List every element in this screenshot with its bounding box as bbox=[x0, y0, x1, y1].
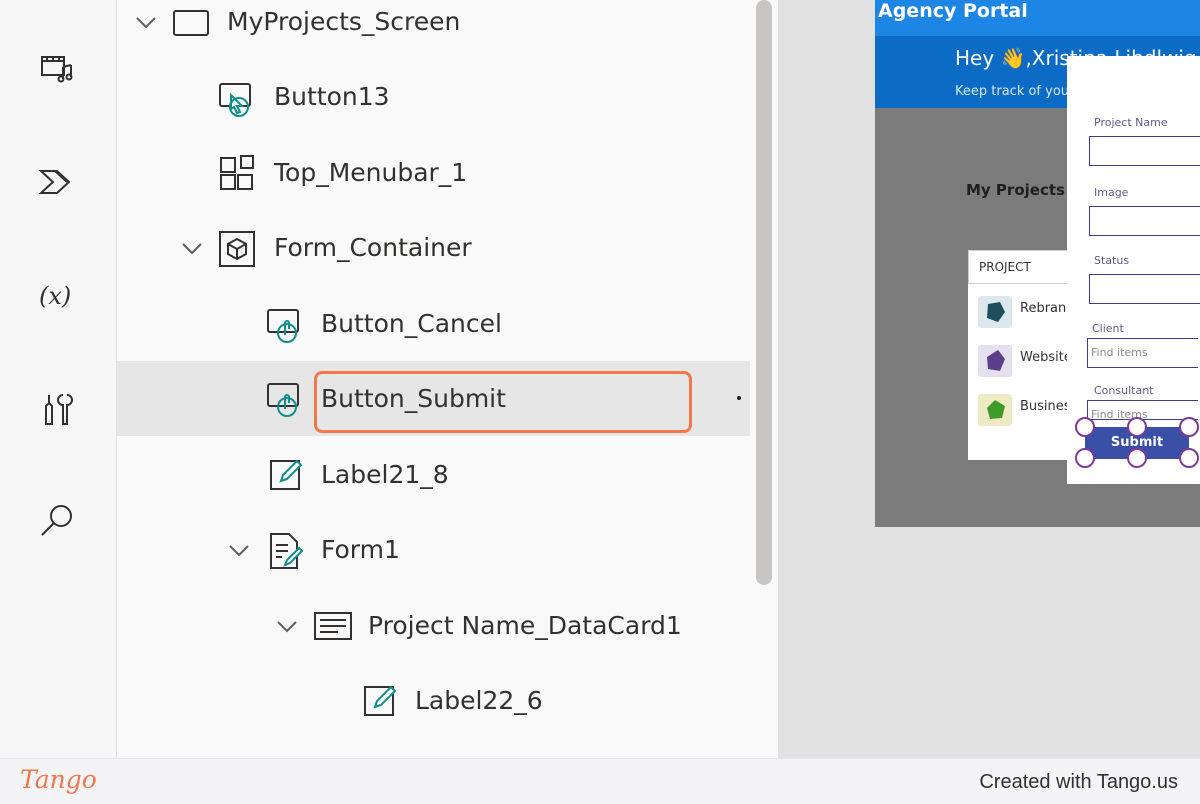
project-name-input[interactable] bbox=[1089, 136, 1200, 166]
svg-text:(x): (x) bbox=[39, 282, 71, 310]
field-label: Image bbox=[1094, 186, 1129, 199]
power-automate-icon[interactable] bbox=[34, 159, 80, 205]
tree-node-label: Project Name_DataCard1 bbox=[368, 611, 682, 640]
project-name: Website bbox=[1020, 350, 1072, 365]
tree-node-label: Form1 bbox=[321, 535, 400, 564]
tree-node-label: Button13 bbox=[274, 82, 390, 111]
field-label: Consultant bbox=[1094, 384, 1154, 397]
form-icon bbox=[265, 531, 305, 571]
container-icon bbox=[217, 229, 257, 269]
screen-icon bbox=[171, 3, 211, 43]
resize-handle[interactable] bbox=[1075, 448, 1095, 468]
image-input[interactable] bbox=[1089, 206, 1200, 236]
chevron-down-icon[interactable] bbox=[179, 235, 205, 261]
tree-node-button13[interactable]: Button13 bbox=[117, 60, 750, 135]
app-title: Agency Portal bbox=[878, 0, 1028, 22]
tree-node-form1[interactable]: Form1 bbox=[117, 513, 750, 588]
project-thumbnail bbox=[978, 296, 1012, 328]
chevron-down-icon[interactable] bbox=[133, 9, 159, 35]
tree-node-label22-6[interactable]: Label22_6 bbox=[117, 664, 750, 739]
label-edit-icon bbox=[361, 681, 401, 721]
datacard-icon bbox=[313, 607, 353, 647]
tree-node-label: MyProjects_Screen bbox=[227, 7, 461, 36]
field-label: Project Name bbox=[1094, 116, 1168, 129]
tree-node-project-name-datacard1[interactable]: Project Name_DataCard1 bbox=[117, 589, 750, 664]
section-title: My Projects bbox=[966, 181, 1065, 199]
advanced-tools-icon[interactable] bbox=[34, 387, 80, 433]
client-combobox[interactable]: Find items bbox=[1087, 338, 1198, 368]
selection-highlight bbox=[314, 371, 692, 433]
component-grid-icon bbox=[217, 154, 257, 194]
footer-credit: Created with Tango.us bbox=[979, 771, 1178, 793]
resize-handle[interactable] bbox=[1179, 417, 1199, 437]
variables-icon[interactable]: (x) bbox=[34, 272, 80, 318]
status-input[interactable] bbox=[1089, 274, 1200, 304]
tree-node-button-cancel[interactable]: Button_Cancel bbox=[117, 287, 750, 362]
tree-scrollbar[interactable] bbox=[756, 0, 772, 585]
tree-node-label: Top_Menubar_1 bbox=[274, 158, 468, 187]
chevron-down-icon[interactable] bbox=[226, 537, 252, 563]
resize-handle[interactable] bbox=[1075, 417, 1095, 437]
chevron-down-icon[interactable] bbox=[274, 613, 300, 639]
tree-node-label: Label21_8 bbox=[321, 460, 449, 489]
tree-node-label: Label22_6 bbox=[415, 686, 543, 715]
resize-handle[interactable] bbox=[1127, 417, 1147, 437]
resize-handle[interactable] bbox=[1179, 448, 1199, 468]
project-thumbnail bbox=[978, 394, 1012, 426]
tree-node-myprojects-screen[interactable]: MyProjects_Screen bbox=[117, 0, 750, 60]
tango-footer: Tango Created with Tango.us bbox=[0, 758, 1200, 804]
consultant-combobox[interactable]: Find items bbox=[1087, 400, 1198, 420]
tree-node-form-container[interactable]: Form_Container bbox=[117, 211, 750, 286]
label-edit-icon bbox=[267, 455, 307, 495]
more-options-dot[interactable] bbox=[737, 396, 741, 400]
resize-handle[interactable] bbox=[1127, 448, 1147, 468]
tree-node-top-menubar[interactable]: Top_Menubar_1 bbox=[117, 136, 750, 211]
media-icon[interactable] bbox=[34, 46, 80, 92]
left-rail: (x) bbox=[0, 0, 117, 758]
canvas-area: Agency Portal Hey 👋,Xristina Lihdlwig Ke… bbox=[778, 0, 1200, 758]
field-label: Client bbox=[1092, 322, 1124, 335]
field-label: Status bbox=[1094, 254, 1130, 267]
button-icon bbox=[265, 305, 305, 345]
button-icon bbox=[265, 379, 305, 419]
app-title-bar: Agency Portal bbox=[875, 0, 1200, 36]
project-thumbnail bbox=[978, 345, 1012, 377]
tree-node-label: Form_Container bbox=[274, 233, 472, 262]
tree-node-label: Button_Cancel bbox=[321, 309, 502, 338]
button-icon bbox=[217, 79, 257, 119]
search-icon[interactable] bbox=[34, 498, 80, 544]
tree-node-label21-8[interactable]: Label21_8 bbox=[117, 438, 750, 513]
tango-logo: Tango bbox=[20, 765, 97, 794]
